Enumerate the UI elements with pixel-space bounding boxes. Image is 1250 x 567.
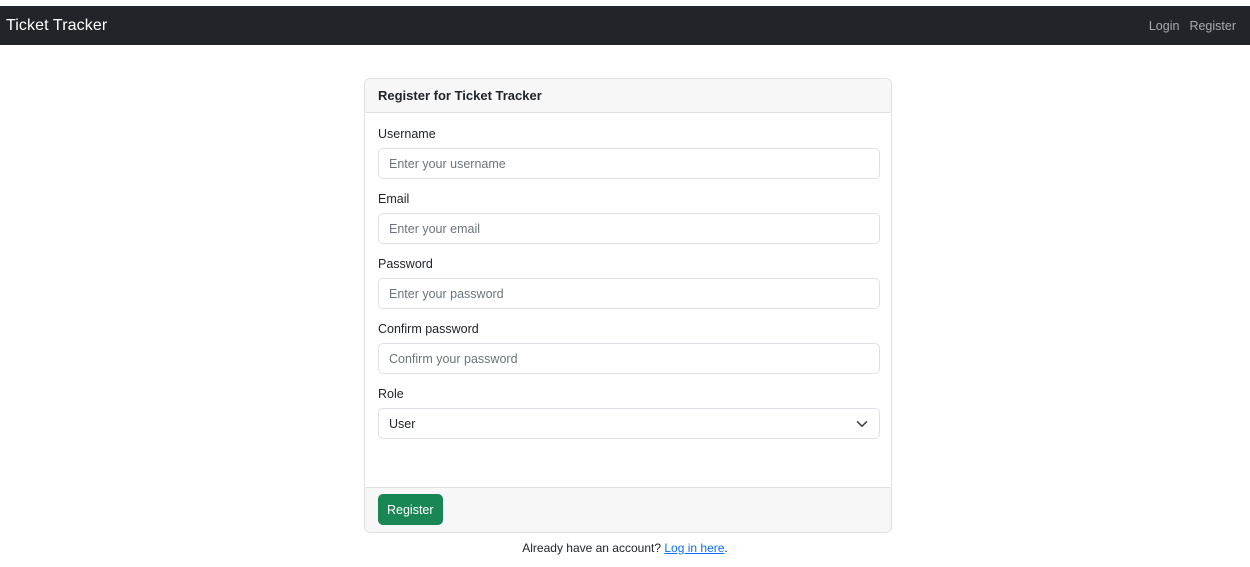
brand-link[interactable]: Ticket Tracker (6, 17, 107, 35)
card-title: Register for Ticket Tracker (378, 88, 542, 103)
nav-links: Login Register (1149, 19, 1236, 33)
email-label: Email (378, 192, 410, 206)
login-link[interactable]: Log in here (664, 541, 724, 555)
card-footer: Register (365, 487, 891, 532)
login-prompt-text: Already have an account? (522, 541, 662, 555)
top-navbar: Ticket Tracker Login Register (0, 6, 1250, 45)
role-select-wrapper: User (378, 408, 880, 439)
login-prompt-suffix: . (724, 541, 728, 555)
email-input[interactable] (378, 213, 880, 244)
confirm-password-label: Confirm password (378, 322, 479, 336)
email-group: Email (378, 192, 880, 244)
role-group: Role User (378, 387, 880, 439)
password-input[interactable] (378, 278, 880, 309)
chevron-down-icon (856, 421, 868, 427)
role-label: Role (378, 387, 404, 401)
password-group: Password (378, 257, 880, 309)
nav-login-link[interactable]: Login (1149, 19, 1180, 33)
role-selected-value: User (389, 416, 416, 431)
confirm-password-group: Confirm password (378, 322, 880, 374)
username-group: Username (378, 127, 880, 179)
login-prompt: Already have an account? Log in here. (0, 541, 1250, 555)
register-form: Username Email Password Confirm password… (365, 113, 891, 439)
password-label: Password (378, 257, 433, 271)
confirm-password-input[interactable] (378, 343, 880, 374)
card-header: Register for Ticket Tracker (365, 79, 891, 113)
nav-register-link[interactable]: Register (1189, 19, 1236, 33)
role-select[interactable]: User (378, 408, 880, 439)
username-label: Username (378, 127, 436, 141)
register-card: Register for Ticket Tracker Username Ema… (364, 78, 892, 533)
username-input[interactable] (378, 148, 880, 179)
register-button[interactable]: Register (378, 494, 443, 525)
